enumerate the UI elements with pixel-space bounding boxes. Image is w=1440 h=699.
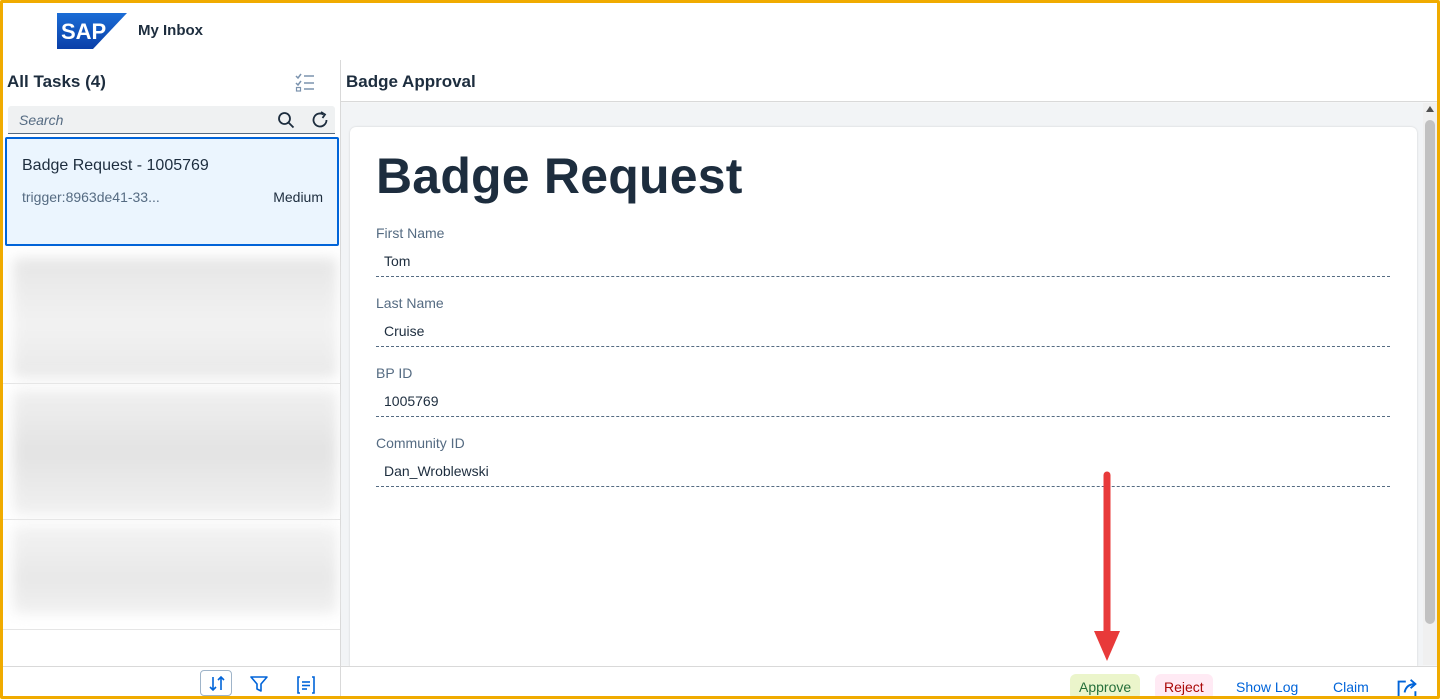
detail-scrollbar[interactable] — [1423, 103, 1437, 665]
task-title: Badge Request - 1005769 — [22, 157, 209, 174]
sort-button[interactable] — [200, 670, 232, 696]
app-title: My Inbox — [138, 22, 204, 39]
scroll-thumb[interactable] — [1425, 120, 1435, 624]
task-list-footer — [3, 666, 340, 696]
field-bp-id: BP ID 1005769 — [376, 365, 1390, 417]
sap-logo[interactable]: SAP — [57, 13, 127, 49]
action-footer: Approve Reject Show Log Claim — [341, 666, 1437, 696]
filter-icon[interactable] — [249, 675, 269, 693]
annotation-arrow-icon — [1094, 471, 1120, 661]
task-detail-panel: Badge Approval Badge Request First Name … — [341, 60, 1437, 696]
task-detail-title: Badge Approval — [346, 72, 476, 91]
community-id-value: Dan_Wroblewski — [376, 461, 1390, 487]
task-list-item-blurred[interactable] — [13, 258, 337, 378]
form-title: Badge Request — [376, 148, 743, 204]
list-divider — [3, 519, 340, 520]
app-frame: SAP My Inbox All Tasks (4) Search Badge … — [0, 0, 1440, 699]
show-log-button[interactable]: Show Log — [1227, 674, 1307, 696]
field-label: First Name — [376, 225, 445, 241]
open-external-icon[interactable] — [1395, 677, 1419, 699]
field-first-name: First Name Tom — [376, 225, 1390, 277]
search-icon[interactable] — [277, 111, 295, 129]
field-last-name: Last Name Cruise — [376, 295, 1390, 347]
task-list-item-blurred[interactable] — [13, 526, 337, 614]
field-community-id: Community ID Dan_Wroblewski — [376, 435, 1390, 487]
field-label: Community ID — [376, 435, 465, 451]
form-card: Badge Request First Name Tom Last Name C… — [350, 127, 1417, 687]
task-list-item-blurred[interactable] — [13, 390, 337, 515]
sort-icon — [209, 675, 225, 692]
claim-button[interactable]: Claim — [1324, 674, 1378, 696]
multi-select-icon[interactable] — [295, 72, 315, 92]
list-divider — [3, 383, 340, 384]
task-list-panel: All Tasks (4) Badge Request - 100 — [3, 60, 341, 696]
task-detail-header: Badge Approval — [341, 60, 1437, 102]
field-label: BP ID — [376, 365, 413, 381]
reject-button[interactable]: Reject — [1155, 674, 1213, 696]
task-list-title: All Tasks (4) — [7, 72, 106, 91]
task-subtitle: trigger:8963de41-33... — [22, 189, 160, 205]
search-input[interactable] — [8, 106, 268, 133]
list-divider — [3, 629, 340, 630]
shell-bar: SAP My Inbox — [3, 3, 1437, 60]
search-field — [8, 106, 335, 134]
scroll-up-arrow-icon[interactable] — [1426, 106, 1434, 112]
refresh-icon[interactable] — [310, 110, 330, 130]
task-priority: Medium — [273, 189, 323, 205]
task-detail-content: Badge Request First Name Tom Last Name C… — [341, 103, 1423, 687]
approve-button[interactable]: Approve — [1070, 674, 1141, 696]
field-label: Last Name — [376, 295, 444, 311]
task-list-header: All Tasks (4) — [3, 60, 340, 102]
bp-id-value: 1005769 — [376, 391, 1390, 417]
task-list-item[interactable]: Badge Request - 1005769 trigger:8963de41… — [5, 137, 339, 246]
svg-text:SAP: SAP — [61, 19, 106, 44]
group-icon[interactable] — [296, 675, 316, 695]
first-name-value: Tom — [376, 251, 1390, 277]
last-name-value: Cruise — [376, 321, 1390, 347]
